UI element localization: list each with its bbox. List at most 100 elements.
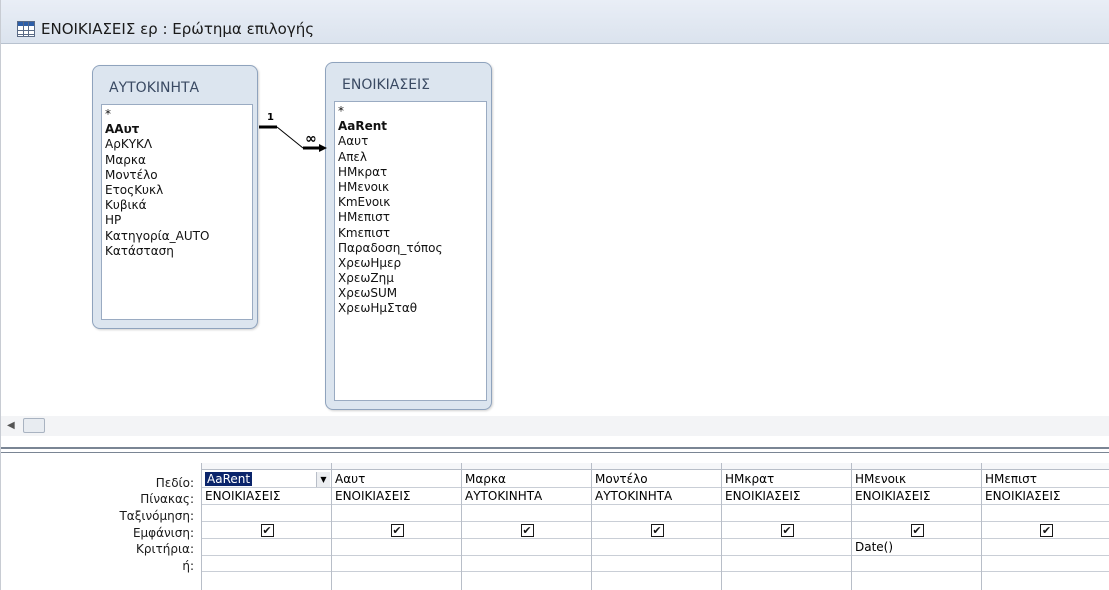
field-cell[interactable]: Μοντέλο [592,471,721,488]
field-cell[interactable]: Ααυτ [332,471,461,488]
criteria-cell[interactable] [722,539,851,556]
field-item[interactable]: ΧρεωΗμΣταθ [335,301,486,316]
show-checkbox[interactable]: ✔ [390,524,404,537]
field-cell[interactable]: ΗΜεπιστ [982,471,1109,488]
sort-cell[interactable] [202,505,331,522]
or-cell[interactable] [202,555,331,572]
show-checkbox[interactable]: ✔ [520,524,534,537]
chevron-down-icon[interactable]: ▼ [316,472,330,487]
field-item[interactable]: ΑρΚΥΚΛ [102,137,252,152]
table-cell[interactable]: ΕΝΟΙΚΙΑΣΕΙΣ [982,488,1109,505]
relationship-many-label: ∞ [305,131,317,147]
criteria-cell[interactable] [982,539,1109,556]
or-cell[interactable] [332,555,461,572]
column-selector[interactable] [982,463,1109,470]
field-item[interactable]: * [335,104,486,119]
show-cell[interactable]: ✔ [592,522,721,539]
field-item[interactable]: ΗΜεπιστ [335,210,486,225]
grid-column[interactable]: AaRent ▼ ΕΝΟΙΚΙΑΣΕΙΣ ✔ [201,463,331,590]
criteria-cell[interactable] [332,539,461,556]
criteria-cell[interactable]: Date() [852,539,981,556]
grid-column[interactable]: ΗΜκρατ ΕΝΟΙΚΙΑΣΕΙΣ ✔ [721,463,851,590]
column-selector[interactable] [852,463,981,470]
scroll-left-icon[interactable]: ◀ [7,420,15,431]
or-cell[interactable] [982,555,1109,572]
sort-cell[interactable] [462,505,591,522]
grid-column[interactable]: ΗΜενοικ ΕΝΟΙΚΙΑΣΕΙΣ ✔ Date() [851,463,981,590]
show-cell[interactable]: ✔ [202,522,331,539]
table-cell[interactable]: ΑΥΤΟΚΙΝΗΤΑ [592,488,721,505]
or-cell[interactable] [592,555,721,572]
sort-cell[interactable] [592,505,721,522]
table-pane-scrollbar[interactable]: ◀ [1,416,1109,436]
or-cell[interactable] [722,555,851,572]
field-item[interactable]: Κατάσταση [102,244,252,259]
table-box-enoikiaseis[interactable]: ΕΝΟΙΚΙΑΣΕΙΣ * AaRent Ααυτ Απελ ΗΜκρατ ΗΜ… [325,62,492,410]
table-cell[interactable]: ΕΝΟΙΚΙΑΣΕΙΣ [332,488,461,505]
table-pane[interactable]: ΑΥΤΟΚΙΝΗΤΑ * ΑΑυτ ΑρΚΥΚΛ Μαρκα Μοντέλο Ε… [1,45,1109,417]
show-checkbox[interactable]: ✔ [260,524,274,537]
show-cell[interactable]: ✔ [462,522,591,539]
show-cell[interactable]: ✔ [332,522,461,539]
field-item[interactable]: Κατηγορία_AUTO [102,229,252,244]
field-item[interactable]: AaRent [335,119,486,134]
sort-cell[interactable] [982,505,1109,522]
grid-column[interactable]: Μοντέλο ΑΥΤΟΚΙΝΗΤΑ ✔ [591,463,721,590]
show-checkbox[interactable]: ✔ [650,524,664,537]
field-cell[interactable]: Μαρκα [462,471,591,488]
sort-cell[interactable] [852,505,981,522]
criteria-cell[interactable] [202,539,331,556]
field-item[interactable]: Μαρκα [102,153,252,168]
table-box-autokinita[interactable]: ΑΥΤΟΚΙΝΗΤΑ * ΑΑυτ ΑρΚΥΚΛ Μαρκα Μοντέλο Ε… [92,65,258,329]
table-field-list[interactable]: * AaRent Ααυτ Απελ ΗΜκρατ ΗΜενοικ ΚmΕνοι… [334,101,487,401]
table-cell[interactable]: ΕΝΟΙΚΙΑΣΕΙΣ [722,488,851,505]
show-checkbox[interactable]: ✔ [910,524,924,537]
field-item[interactable]: HP [102,213,252,228]
field-item[interactable]: Παραδοση_τόπος [335,241,486,256]
field-item[interactable]: ΑΑυτ [102,122,252,137]
field-item[interactable]: ΗΜκρατ [335,165,486,180]
show-cell[interactable]: ✔ [982,522,1109,539]
table-field-list[interactable]: * ΑΑυτ ΑρΚΥΚΛ Μαρκα Μοντέλο ΕτοςΚυκλ Κυβ… [101,104,253,320]
field-item[interactable]: Μοντέλο [102,168,252,183]
column-selector[interactable] [722,463,851,470]
design-grid[interactable]: Πεδίο: Πίνακας: Ταξινόμηση: Εμφάνιση: Κρ… [1,453,1109,590]
field-item[interactable]: ΚmΕνοικ [335,195,486,210]
criteria-cell[interactable] [462,539,591,556]
grid-column[interactable]: Μαρκα ΑΥΤΟΚΙΝΗΤΑ ✔ [461,463,591,590]
field-item[interactable]: Κmεπιστ [335,226,486,241]
field-item[interactable]: ΧρεωΖημ [335,271,486,286]
criteria-cell[interactable] [592,539,721,556]
field-item[interactable]: Ααυτ [335,134,486,149]
table-cell[interactable]: ΑΥΤΟΚΙΝΗΤΑ [462,488,591,505]
table-box-title: ΑΥΤΟΚΙΝΗΤΑ [109,80,200,96]
field-item[interactable]: ΗΜενοικ [335,180,486,195]
or-cell[interactable] [462,555,591,572]
field-item[interactable]: Απελ [335,150,486,165]
or-cell[interactable] [852,555,981,572]
field-item[interactable]: Κυβικά [102,198,252,213]
field-cell[interactable]: AaRent ▼ [202,471,331,488]
column-selector[interactable] [332,463,461,470]
column-selector[interactable] [592,463,721,470]
field-item[interactable]: ΧρεωSUM [335,286,486,301]
field-item[interactable]: ΕτοςΚυκλ [102,183,252,198]
table-cell[interactable]: ΕΝΟΙΚΙΑΣΕΙΣ [202,488,331,505]
show-checkbox[interactable]: ✔ [1040,524,1053,537]
title-bar[interactable]: ΕΝΟΙΚΙΑΣΕΙΣ ερ : Ερώτημα επιλογής [1,0,1109,44]
field-item[interactable]: * [102,107,252,122]
scroll-thumb[interactable] [23,418,45,433]
sort-cell[interactable] [722,505,851,522]
field-cell[interactable]: ΗΜενοικ [852,471,981,488]
show-checkbox[interactable]: ✔ [780,524,794,537]
field-item[interactable]: ΧρεωΗμερ [335,256,486,271]
show-cell[interactable]: ✔ [852,522,981,539]
grid-column[interactable]: Ααυτ ΕΝΟΙΚΙΑΣΕΙΣ ✔ [331,463,461,590]
column-selector[interactable] [202,463,331,470]
grid-column[interactable]: ΗΜεπιστ ΕΝΟΙΚΙΑΣΕΙΣ ✔ [981,463,1109,590]
table-cell[interactable]: ΕΝΟΙΚΙΑΣΕΙΣ [852,488,981,505]
field-cell[interactable]: ΗΜκρατ [722,471,851,488]
sort-cell[interactable] [332,505,461,522]
show-cell[interactable]: ✔ [722,522,851,539]
column-selector[interactable] [462,463,591,470]
